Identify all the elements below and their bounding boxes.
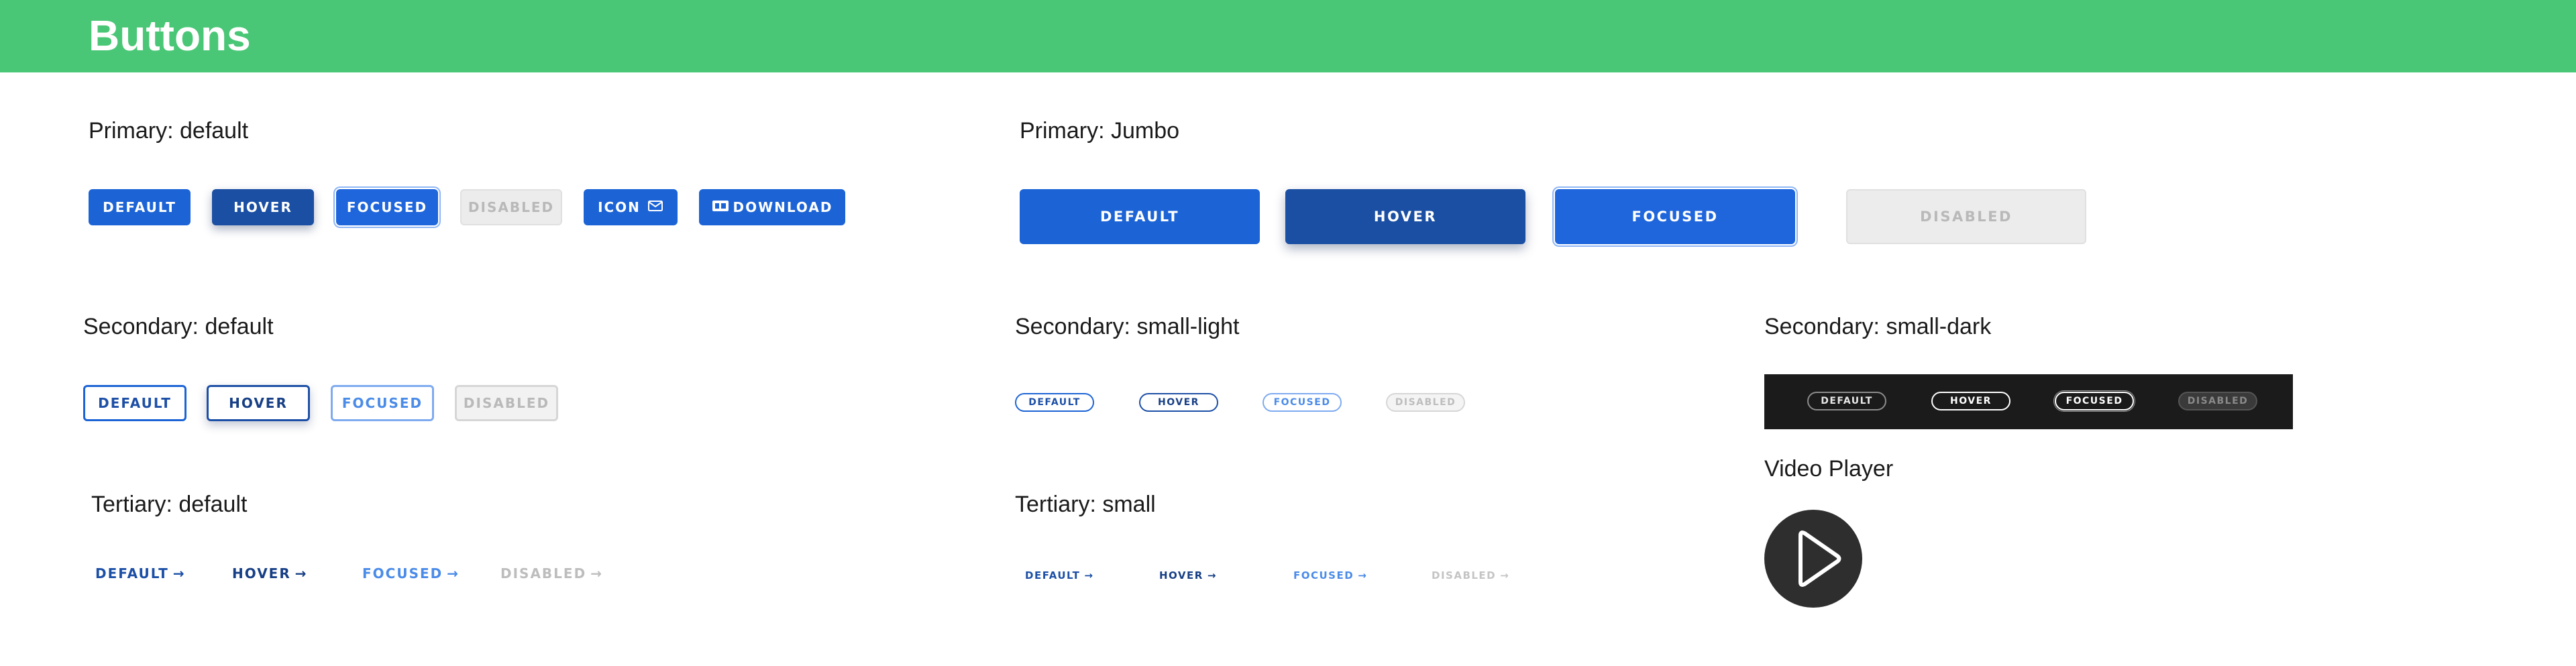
section-title-primary-default: Primary: default [89, 118, 249, 144]
jumbo-hover-button[interactable]: HOVER [1285, 189, 1525, 244]
button-label: DEFAULT [1099, 209, 1180, 225]
button-label: FOCUSED [346, 199, 428, 215]
tertiary-small-hover-button[interactable]: HOVER → [1159, 567, 1216, 584]
button-label: HOVER [1950, 396, 1992, 406]
tertiary-focused-button[interactable]: FOCUSED → [362, 563, 458, 584]
small-light-hover-button[interactable]: HOVER [1139, 393, 1218, 412]
button-label: FOCUSED [341, 395, 423, 411]
button-label: FOCUSED [2065, 396, 2123, 406]
section-title-secondary-default: Secondary: default [83, 314, 274, 339]
section-title-tertiary-default: Tertiary: default [91, 492, 248, 517]
secondary-default-button[interactable]: DEFAULT [83, 385, 186, 421]
section-title-primary-jumbo: Primary: Jumbo [1020, 118, 1180, 144]
arrow-right-icon: → [1500, 569, 1509, 581]
primary-focused-button[interactable]: FOCUSED [336, 189, 438, 225]
button-label: DISABLED [463, 395, 550, 411]
section-title-secondary-small-dark: Secondary: small-dark [1764, 314, 1992, 339]
primary-icon-button[interactable]: ICON [584, 189, 678, 225]
primary-default-button[interactable]: DEFAULT [89, 189, 191, 225]
tertiary-hover-button[interactable]: HOVER → [232, 563, 307, 584]
button-label: DISABLED [1395, 397, 1456, 408]
button-label: HOVER [233, 199, 292, 215]
secondary-focused-button[interactable]: FOCUSED [331, 385, 434, 421]
button-label: DEFAULT [1025, 569, 1081, 581]
secondary-hover-button[interactable]: HOVER [207, 385, 310, 421]
small-light-default-button[interactable]: DEFAULT [1015, 393, 1094, 412]
button-label: FOCUSED [1293, 569, 1354, 581]
small-dark-default-button[interactable]: DEFAULT [1807, 392, 1886, 410]
button-label: DISABLED [468, 199, 555, 215]
primary-download-button[interactable]: DOWNLOAD [699, 189, 845, 225]
tertiary-small-default-button[interactable]: DEFAULT → [1025, 567, 1093, 584]
arrow-right-icon: → [1084, 569, 1093, 581]
button-label: DEFAULT [1028, 397, 1081, 408]
small-dark-disabled-button[interactable]: DISABLED [2178, 392, 2257, 410]
section-title-tertiary-small: Tertiary: small [1015, 492, 1156, 517]
small-light-disabled-button[interactable]: DISABLED [1386, 393, 1465, 412]
button-label: HOVER [229, 395, 288, 411]
arrow-right-icon: → [447, 565, 459, 581]
button-label: DOWNLOAD [733, 199, 833, 215]
tertiary-default-button[interactable]: DEFAULT → [95, 563, 184, 584]
button-label: DISABLED [500, 565, 587, 581]
primary-hover-button[interactable]: HOVER [212, 189, 314, 225]
arrow-right-icon: → [1207, 569, 1216, 581]
button-label: ICON [598, 199, 641, 215]
button-label: FOCUSED [1273, 397, 1331, 408]
arrow-right-icon: → [172, 565, 184, 581]
button-label: HOVER [1158, 397, 1199, 408]
secondary-disabled-button[interactable]: DISABLED [455, 385, 558, 421]
play-icon [1799, 531, 1841, 587]
download-icon [712, 199, 729, 216]
section-title-video-player: Video Player [1764, 456, 1894, 482]
button-label: DEFAULT [98, 395, 172, 411]
small-light-focused-button[interactable]: FOCUSED [1263, 393, 1342, 412]
jumbo-default-button[interactable]: DEFAULT [1020, 189, 1260, 244]
tertiary-small-disabled-button[interactable]: DISABLED → [1432, 567, 1509, 584]
tertiary-small-focused-button[interactable]: FOCUSED → [1293, 567, 1366, 584]
mail-icon [647, 199, 663, 215]
jumbo-disabled-button[interactable]: DISABLED [1846, 189, 2086, 244]
arrow-right-icon: → [590, 565, 602, 581]
button-label: DEFAULT [1821, 396, 1873, 406]
button-label: DISABLED [1920, 209, 2012, 225]
arrow-right-icon: → [294, 565, 307, 581]
arrow-right-icon: → [1358, 569, 1366, 581]
jumbo-focused-button[interactable]: FOCUSED [1555, 189, 1795, 244]
button-label: DEFAULT [103, 199, 176, 215]
primary-disabled-button[interactable]: DISABLED [460, 189, 562, 225]
button-label: FOCUSED [1631, 209, 1719, 225]
button-label: DISABLED [2187, 396, 2249, 406]
small-dark-focused-button[interactable]: FOCUSED [2055, 392, 2134, 410]
page-title: Buttons [89, 11, 251, 60]
small-dark-hover-button[interactable]: HOVER [1931, 392, 2010, 410]
tertiary-disabled-button[interactable]: DISABLED → [500, 563, 602, 584]
button-label: HOVER [232, 565, 291, 581]
video-play-button[interactable] [1764, 510, 1862, 608]
button-label: DEFAULT [95, 565, 169, 581]
button-label: HOVER [1373, 209, 1438, 225]
page-header: Buttons [0, 0, 2576, 72]
button-label: FOCUSED [362, 565, 443, 581]
section-title-secondary-small-light: Secondary: small-light [1015, 314, 1240, 339]
button-label: HOVER [1159, 569, 1203, 581]
button-label: DISABLED [1432, 569, 1497, 581]
